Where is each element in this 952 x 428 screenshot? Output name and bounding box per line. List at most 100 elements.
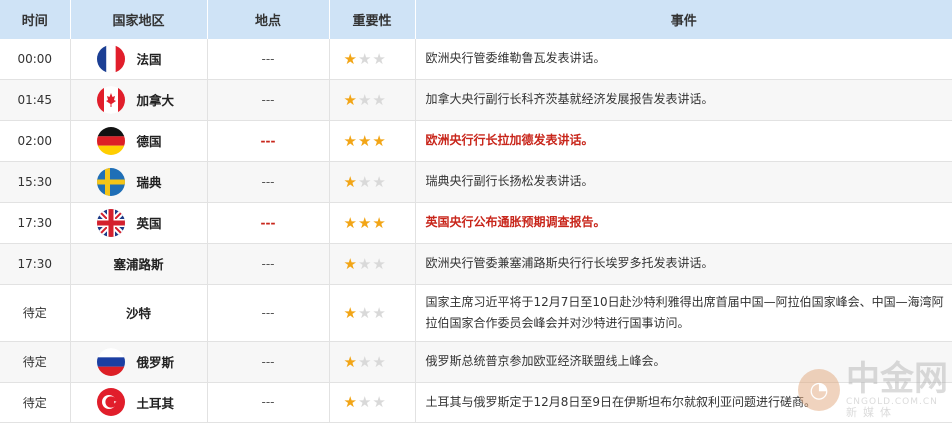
- star-empty-icon: ★: [372, 172, 387, 191]
- russia-flag-icon: [96, 347, 125, 376]
- event-location: ---: [207, 79, 330, 121]
- importance-rating: ★★★: [329, 284, 416, 342]
- table-row: 17:30 英国 --- ★★★ 英国央行公布通胀预期调查报告。: [0, 202, 952, 244]
- country-name: 土耳其: [136, 395, 175, 411]
- importance-rating: ★★★: [329, 120, 416, 162]
- event-time: 待定: [0, 341, 71, 383]
- star-filled-icon: ★: [357, 213, 373, 232]
- star-empty-icon: ★: [357, 352, 373, 371]
- event-description: 欧洲央行管委兼塞浦路斯央行行长埃罗多托发表讲话。: [415, 243, 952, 285]
- star-empty-icon: ★: [372, 49, 387, 68]
- country-name: 俄罗斯: [136, 355, 175, 370]
- header-event: 事件: [415, 0, 952, 39]
- uk-flag-icon: [96, 208, 125, 237]
- germany-flag-icon: [96, 126, 125, 155]
- star-empty-icon: ★: [372, 352, 387, 371]
- event-location: ---: [207, 39, 330, 80]
- table-row: 17:30 塞浦路斯 --- ★★★ 欧洲央行管委兼塞浦路斯央行行长埃罗多托发表讲话。: [0, 243, 952, 285]
- event-description: 欧洲央行行长拉加德发表讲话。: [415, 120, 952, 162]
- country-cell: 瑞典: [70, 161, 208, 203]
- turkey-flag-icon: [96, 388, 125, 416]
- table-row: 02:00 德国 --- ★★★ 欧洲央行行长拉加德发表讲话。: [0, 120, 952, 162]
- star-empty-icon: ★: [357, 254, 373, 273]
- star-filled-icon: ★: [343, 172, 358, 191]
- event-time: 待定: [0, 284, 71, 342]
- star-empty-icon: ★: [357, 393, 373, 411]
- star-empty-icon: ★: [357, 172, 373, 191]
- event-time: 00:00: [0, 39, 71, 80]
- country-cell: 法国: [70, 39, 208, 80]
- country-name: 法国: [136, 52, 162, 68]
- country-cell: 土耳其: [70, 382, 208, 423]
- event-description: 欧洲央行管委维勒鲁瓦发表讲话。: [415, 39, 952, 80]
- event-location: ---: [207, 382, 330, 423]
- event-description: 加拿大央行副行长科齐茨基就经济发展报告发表讲话。: [415, 79, 952, 121]
- importance-rating: ★★★: [329, 243, 416, 285]
- country-name: 瑞典: [136, 175, 162, 190]
- star-filled-icon: ★: [372, 131, 387, 150]
- table-row: 00:00 法国 --- ★★★ 欧洲央行管委维勒鲁瓦发表讲话。: [0, 39, 952, 80]
- event-time: 15:30: [0, 161, 71, 203]
- star-filled-icon: ★: [343, 90, 358, 109]
- header-importance: 重要性: [329, 0, 416, 39]
- country-name: 加拿大: [136, 93, 175, 108]
- header-country: 国家地区: [70, 0, 208, 39]
- france-flag-icon: [96, 44, 125, 73]
- country-cell: 德国: [70, 120, 208, 162]
- event-location: ---: [207, 243, 330, 285]
- importance-rating: ★★★: [329, 79, 416, 121]
- country-cell: 沙特: [70, 284, 208, 342]
- importance-rating: ★★★: [329, 341, 416, 383]
- watermark: ◔ 中金网 CNGOLD.COM.CN 新媒体: [798, 362, 948, 418]
- star-empty-icon: ★: [357, 49, 373, 68]
- table-row: 15:30 瑞典 --- ★★★ 瑞典央行副行长扬松发表讲话。: [0, 161, 952, 203]
- event-location: ---: [207, 341, 330, 383]
- importance-rating: ★★★: [329, 382, 416, 423]
- event-location: ---: [207, 120, 330, 162]
- star-filled-icon: ★: [357, 131, 373, 150]
- event-description: 瑞典央行副行长扬松发表讲话。: [415, 161, 952, 203]
- event-location: ---: [207, 161, 330, 203]
- event-time: 01:45: [0, 79, 71, 121]
- importance-rating: ★★★: [329, 202, 416, 244]
- country-name: 英国: [136, 216, 162, 231]
- country-name: 德国: [136, 134, 162, 149]
- sweden-flag-icon: [96, 167, 125, 196]
- event-time: 02:00: [0, 120, 71, 162]
- star-filled-icon: ★: [343, 49, 358, 68]
- star-filled-icon: ★: [343, 254, 358, 273]
- event-time: 17:30: [0, 243, 71, 285]
- star-empty-icon: ★: [357, 303, 373, 322]
- star-filled-icon: ★: [343, 213, 358, 232]
- importance-rating: ★★★: [329, 161, 416, 203]
- header-time: 时间: [0, 0, 71, 39]
- star-empty-icon: ★: [372, 254, 387, 273]
- event-location: ---: [207, 202, 330, 244]
- star-filled-icon: ★: [343, 352, 358, 371]
- star-filled-icon: ★: [372, 213, 387, 232]
- canada-flag-icon: [96, 85, 125, 114]
- country-cell: 加拿大: [70, 79, 208, 121]
- star-empty-icon: ★: [372, 393, 387, 411]
- table-header: 时间 国家地区 地点 重要性 事件: [0, 0, 952, 39]
- country-cell: 塞浦路斯: [70, 243, 208, 285]
- star-empty-icon: ★: [357, 90, 373, 109]
- event-location: ---: [207, 284, 330, 342]
- country-name: 塞浦路斯: [113, 257, 164, 272]
- cngold-logo-icon: ◔: [798, 369, 840, 411]
- star-filled-icon: ★: [343, 303, 358, 322]
- event-time: 待定: [0, 382, 71, 423]
- star-filled-icon: ★: [343, 131, 358, 150]
- table-row: 01:45 加拿大 --- ★★★ 加拿大央行副行长科齐茨基就经济发展报告发表讲话。: [0, 79, 952, 121]
- star-empty-icon: ★: [372, 303, 387, 322]
- star-filled-icon: ★: [343, 393, 358, 411]
- watermark-tagline: 新媒体: [846, 406, 897, 419]
- country-cell: 英国: [70, 202, 208, 244]
- country-name: 沙特: [125, 306, 151, 321]
- calendar-table: 时间 国家地区 地点 重要性 事件 00:00 法国 --- ★★★ 欧洲央行管委维勒鲁…: [0, 0, 952, 423]
- star-empty-icon: ★: [372, 90, 387, 109]
- table-row: 待定 沙特 --- ★★★ 国家主席习近平将于12月7日至10日赴沙特利雅得出席首届中国…: [0, 284, 952, 342]
- event-description: 英国央行公布通胀预期调查报告。: [415, 202, 952, 244]
- header-location: 地点: [207, 0, 330, 39]
- watermark-name: 中金网: [846, 359, 948, 399]
